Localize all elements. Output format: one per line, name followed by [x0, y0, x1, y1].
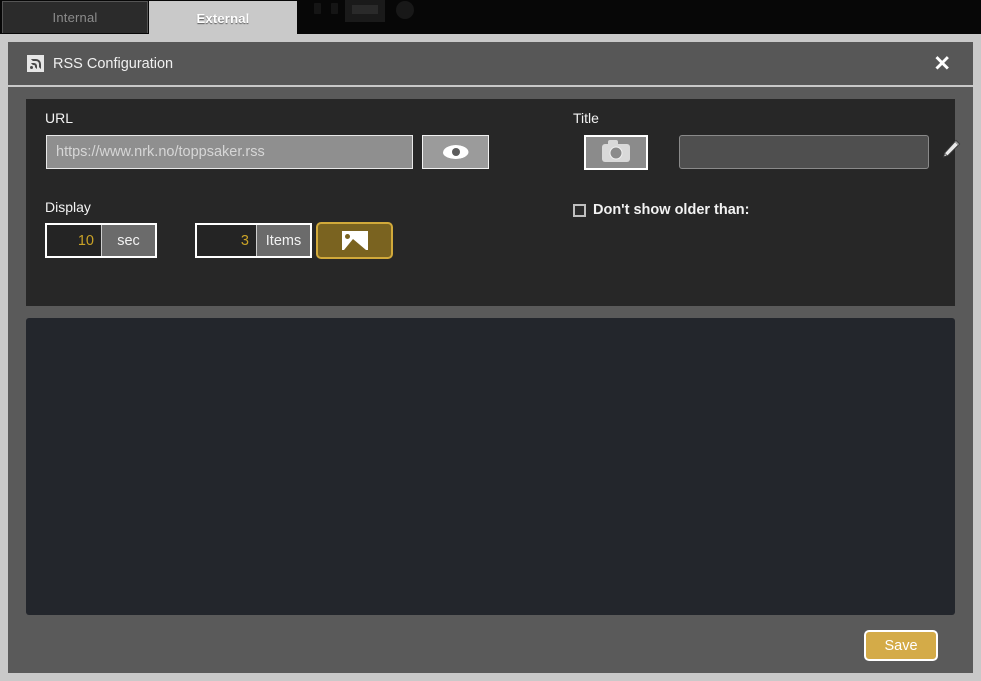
tab-external[interactable]: External [149, 1, 297, 35]
close-icon[interactable]: ✕ [933, 53, 951, 74]
dialog-header: RSS Configuration ✕ [8, 42, 973, 87]
url-input[interactable] [46, 135, 413, 169]
dont-show-older-than-label: Don't show older than: [593, 202, 750, 218]
camera-icon [602, 139, 630, 162]
display-items-group: Items [195, 223, 312, 258]
tab-external-label: External [196, 10, 250, 26]
show-images-toggle-button[interactable] [316, 222, 393, 259]
display-duration-input[interactable] [47, 225, 101, 256]
url-label: URL [45, 110, 74, 126]
tab-internal[interactable]: Internal [2, 1, 148, 33]
screen: Internal External RSS Configuration ✕ UR… [0, 0, 981, 681]
rss-preview-panel [26, 318, 955, 615]
dont-show-older-than-checkbox[interactable] [573, 203, 586, 217]
dont-show-older-than-row[interactable]: Don't show older than: [573, 202, 750, 218]
tab-internal-label: Internal [52, 10, 98, 25]
title-label: Title [573, 110, 599, 126]
title-input[interactable] [679, 135, 929, 169]
configuration-form-panel: URL Title Display [26, 99, 961, 306]
image-icon [341, 231, 368, 250]
rss-icon [27, 55, 44, 72]
eye-icon [442, 145, 469, 159]
display-duration-unit: sec [101, 225, 155, 256]
dialog-frame: RSS Configuration ✕ URL Title [0, 34, 981, 681]
title-edit-button[interactable] [939, 137, 963, 161]
pencil-icon [942, 139, 961, 158]
display-items-input[interactable] [197, 225, 256, 256]
title-camera-button[interactable] [584, 135, 648, 170]
tab-strip: Internal External [0, 0, 981, 35]
dialog-title: RSS Configuration [53, 55, 174, 72]
display-duration-group: sec [45, 223, 157, 258]
url-preview-button[interactable] [422, 135, 489, 169]
display-label: Display [45, 199, 91, 215]
save-button[interactable]: Save [864, 630, 938, 661]
rss-configuration-dialog: RSS Configuration ✕ URL Title [8, 42, 973, 673]
display-items-unit: Items [256, 225, 310, 256]
